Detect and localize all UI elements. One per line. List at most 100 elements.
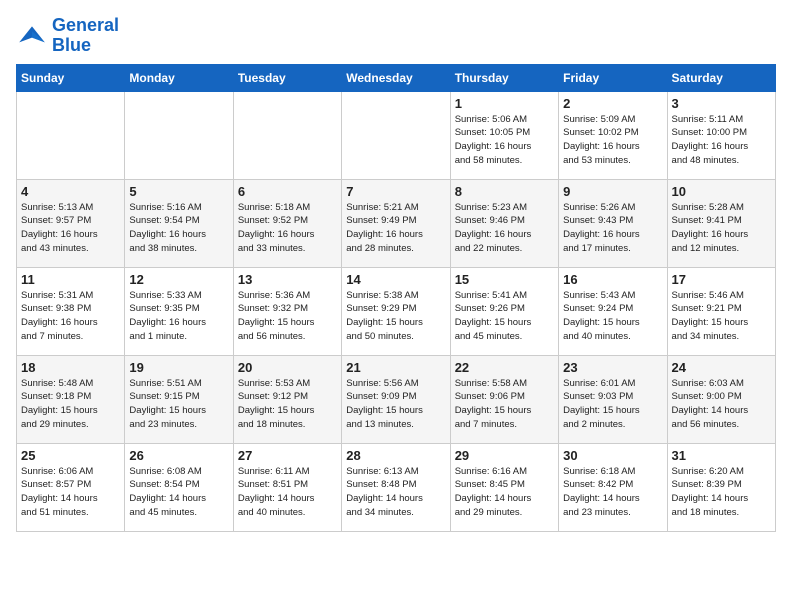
day-info: Sunrise: 5:36 AM Sunset: 9:32 PM Dayligh…	[238, 289, 337, 344]
day-number: 15	[455, 272, 554, 287]
day-info: Sunrise: 5:13 AM Sunset: 9:57 PM Dayligh…	[21, 201, 120, 256]
day-info: Sunrise: 5:53 AM Sunset: 9:12 PM Dayligh…	[238, 377, 337, 432]
logo: General Blue	[16, 16, 119, 56]
day-info: Sunrise: 5:31 AM Sunset: 9:38 PM Dayligh…	[21, 289, 120, 344]
day-info: Sunrise: 5:48 AM Sunset: 9:18 PM Dayligh…	[21, 377, 120, 432]
calendar-week-row: 18 Sunrise: 5:48 AM Sunset: 9:18 PM Dayli…	[17, 355, 776, 443]
day-info: Sunrise: 5:58 AM Sunset: 9:06 PM Dayligh…	[455, 377, 554, 432]
calendar-cell: 19Sunrise: 5:51 AM Sunset: 9:15 PM Dayli…	[125, 355, 233, 443]
calendar-cell: 20 Sunrise: 5:53 AM Sunset: 9:12 PM Dayli…	[233, 355, 341, 443]
day-number: 4	[21, 184, 120, 199]
day-number: 31	[672, 448, 771, 463]
logo-text: General Blue	[52, 16, 119, 56]
calendar-cell: 27 Sunrise: 6:11 AM Sunset: 8:51 PM Dayli…	[233, 443, 341, 531]
calendar-cell: 23 Sunrise: 6:01 AM Sunset: 9:03 PM Dayli…	[559, 355, 667, 443]
calendar-table: SundayMondayTuesdayWednesdayThursdayFrid…	[16, 64, 776, 532]
calendar-cell	[125, 91, 233, 179]
weekday-header-sunday: Sunday	[17, 64, 125, 91]
day-number: 22	[455, 360, 554, 375]
day-info: Sunrise: 5:28 AM Sunset: 9:41 PM Dayligh…	[672, 201, 771, 256]
calendar-cell: 2 Sunrise: 5:09 AM Sunset: 10:02 PM Dayli…	[559, 91, 667, 179]
calendar-cell	[342, 91, 450, 179]
day-info: Sunrise: 5:38 AM Sunset: 9:29 PM Dayligh…	[346, 289, 445, 344]
calendar-week-row: 1 Sunrise: 5:06 AM Sunset: 10:05 PM Dayli…	[17, 91, 776, 179]
calendar-cell: 28 Sunrise: 6:13 AM Sunset: 8:48 PM Dayli…	[342, 443, 450, 531]
day-info: Sunrise: 5:06 AM Sunset: 10:05 PM Daylig…	[455, 113, 554, 168]
day-info: Sunrise: 5:21 AM Sunset: 9:49 PM Dayligh…	[346, 201, 445, 256]
day-number: 28	[346, 448, 445, 463]
calendar-cell: 29Sunrise: 6:16 AM Sunset: 8:45 PM Dayli…	[450, 443, 558, 531]
calendar-cell: 8Sunrise: 5:23 AM Sunset: 9:46 PM Daylig…	[450, 179, 558, 267]
day-number: 13	[238, 272, 337, 287]
calendar-cell: 7 Sunrise: 5:21 AM Sunset: 9:49 PM Daylig…	[342, 179, 450, 267]
calendar-cell: 31 Sunrise: 6:20 AM Sunset: 8:39 PM Dayli…	[667, 443, 775, 531]
day-info: Sunrise: 6:18 AM Sunset: 8:42 PM Dayligh…	[563, 465, 662, 520]
day-number: 20	[238, 360, 337, 375]
day-number: 2	[563, 96, 662, 111]
day-info: Sunrise: 6:13 AM Sunset: 8:48 PM Dayligh…	[346, 465, 445, 520]
calendar-cell: 24Sunrise: 6:03 AM Sunset: 9:00 PM Dayli…	[667, 355, 775, 443]
day-number: 7	[346, 184, 445, 199]
calendar-cell	[17, 91, 125, 179]
day-number: 3	[672, 96, 771, 111]
calendar-cell: 14 Sunrise: 5:38 AM Sunset: 9:29 PM Dayli…	[342, 267, 450, 355]
calendar-cell: 25 Sunrise: 6:06 AM Sunset: 8:57 PM Dayli…	[17, 443, 125, 531]
calendar-cell: 13 Sunrise: 5:36 AM Sunset: 9:32 PM Dayli…	[233, 267, 341, 355]
day-number: 21	[346, 360, 445, 375]
day-number: 26	[129, 448, 228, 463]
day-info: Sunrise: 5:09 AM Sunset: 10:02 PM Daylig…	[563, 113, 662, 168]
day-info: Sunrise: 5:46 AM Sunset: 9:21 PM Dayligh…	[672, 289, 771, 344]
calendar-week-row: 11 Sunrise: 5:31 AM Sunset: 9:38 PM Dayli…	[17, 267, 776, 355]
calendar-cell: 18 Sunrise: 5:48 AM Sunset: 9:18 PM Dayli…	[17, 355, 125, 443]
day-number: 11	[21, 272, 120, 287]
day-number: 6	[238, 184, 337, 199]
day-info: Sunrise: 5:41 AM Sunset: 9:26 PM Dayligh…	[455, 289, 554, 344]
day-info: Sunrise: 5:51 AM Sunset: 9:15 PM Dayligh…	[129, 377, 228, 432]
day-number: 23	[563, 360, 662, 375]
weekday-header-row: SundayMondayTuesdayWednesdayThursdayFrid…	[17, 64, 776, 91]
weekday-header-monday: Monday	[125, 64, 233, 91]
day-number: 14	[346, 272, 445, 287]
weekday-header-friday: Friday	[559, 64, 667, 91]
day-info: Sunrise: 6:08 AM Sunset: 8:54 PM Dayligh…	[129, 465, 228, 520]
calendar-cell: 21 Sunrise: 5:56 AM Sunset: 9:09 PM Dayli…	[342, 355, 450, 443]
day-info: Sunrise: 5:11 AM Sunset: 10:00 PM Daylig…	[672, 113, 771, 168]
calendar-cell: 26 Sunrise: 6:08 AM Sunset: 8:54 PM Dayli…	[125, 443, 233, 531]
calendar-cell: 4 Sunrise: 5:13 AM Sunset: 9:57 PM Daylig…	[17, 179, 125, 267]
weekday-header-thursday: Thursday	[450, 64, 558, 91]
calendar-cell: 17Sunrise: 5:46 AM Sunset: 9:21 PM Dayli…	[667, 267, 775, 355]
logo-bird-icon	[16, 20, 48, 52]
weekday-header-tuesday: Tuesday	[233, 64, 341, 91]
day-info: Sunrise: 6:06 AM Sunset: 8:57 PM Dayligh…	[21, 465, 120, 520]
calendar-cell: 11 Sunrise: 5:31 AM Sunset: 9:38 PM Dayli…	[17, 267, 125, 355]
calendar-cell: 6 Sunrise: 5:18 AM Sunset: 9:52 PM Daylig…	[233, 179, 341, 267]
calendar-week-row: 25 Sunrise: 6:06 AM Sunset: 8:57 PM Dayli…	[17, 443, 776, 531]
day-info: Sunrise: 5:18 AM Sunset: 9:52 PM Dayligh…	[238, 201, 337, 256]
day-info: Sunrise: 5:26 AM Sunset: 9:43 PM Dayligh…	[563, 201, 662, 256]
day-number: 1	[455, 96, 554, 111]
day-info: Sunrise: 6:11 AM Sunset: 8:51 PM Dayligh…	[238, 465, 337, 520]
calendar-week-row: 4 Sunrise: 5:13 AM Sunset: 9:57 PM Daylig…	[17, 179, 776, 267]
calendar-cell: 12Sunrise: 5:33 AM Sunset: 9:35 PM Dayli…	[125, 267, 233, 355]
calendar-cell: 9 Sunrise: 5:26 AM Sunset: 9:43 PM Daylig…	[559, 179, 667, 267]
day-number: 25	[21, 448, 120, 463]
day-number: 16	[563, 272, 662, 287]
day-info: Sunrise: 5:23 AM Sunset: 9:46 PM Dayligh…	[455, 201, 554, 256]
day-info: Sunrise: 5:33 AM Sunset: 9:35 PM Dayligh…	[129, 289, 228, 344]
day-info: Sunrise: 6:20 AM Sunset: 8:39 PM Dayligh…	[672, 465, 771, 520]
day-info: Sunrise: 5:56 AM Sunset: 9:09 PM Dayligh…	[346, 377, 445, 432]
page-header: General Blue	[16, 16, 776, 56]
calendar-cell	[233, 91, 341, 179]
day-info: Sunrise: 6:03 AM Sunset: 9:00 PM Dayligh…	[672, 377, 771, 432]
day-info: Sunrise: 6:01 AM Sunset: 9:03 PM Dayligh…	[563, 377, 662, 432]
calendar-cell: 5Sunrise: 5:16 AM Sunset: 9:54 PM Daylig…	[125, 179, 233, 267]
calendar-cell: 10 Sunrise: 5:28 AM Sunset: 9:41 PM Dayli…	[667, 179, 775, 267]
calendar-cell: 30Sunrise: 6:18 AM Sunset: 8:42 PM Dayli…	[559, 443, 667, 531]
calendar-cell: 22 Sunrise: 5:58 AM Sunset: 9:06 PM Dayli…	[450, 355, 558, 443]
day-number: 18	[21, 360, 120, 375]
day-number: 9	[563, 184, 662, 199]
day-number: 10	[672, 184, 771, 199]
weekday-header-saturday: Saturday	[667, 64, 775, 91]
day-number: 27	[238, 448, 337, 463]
day-number: 29	[455, 448, 554, 463]
